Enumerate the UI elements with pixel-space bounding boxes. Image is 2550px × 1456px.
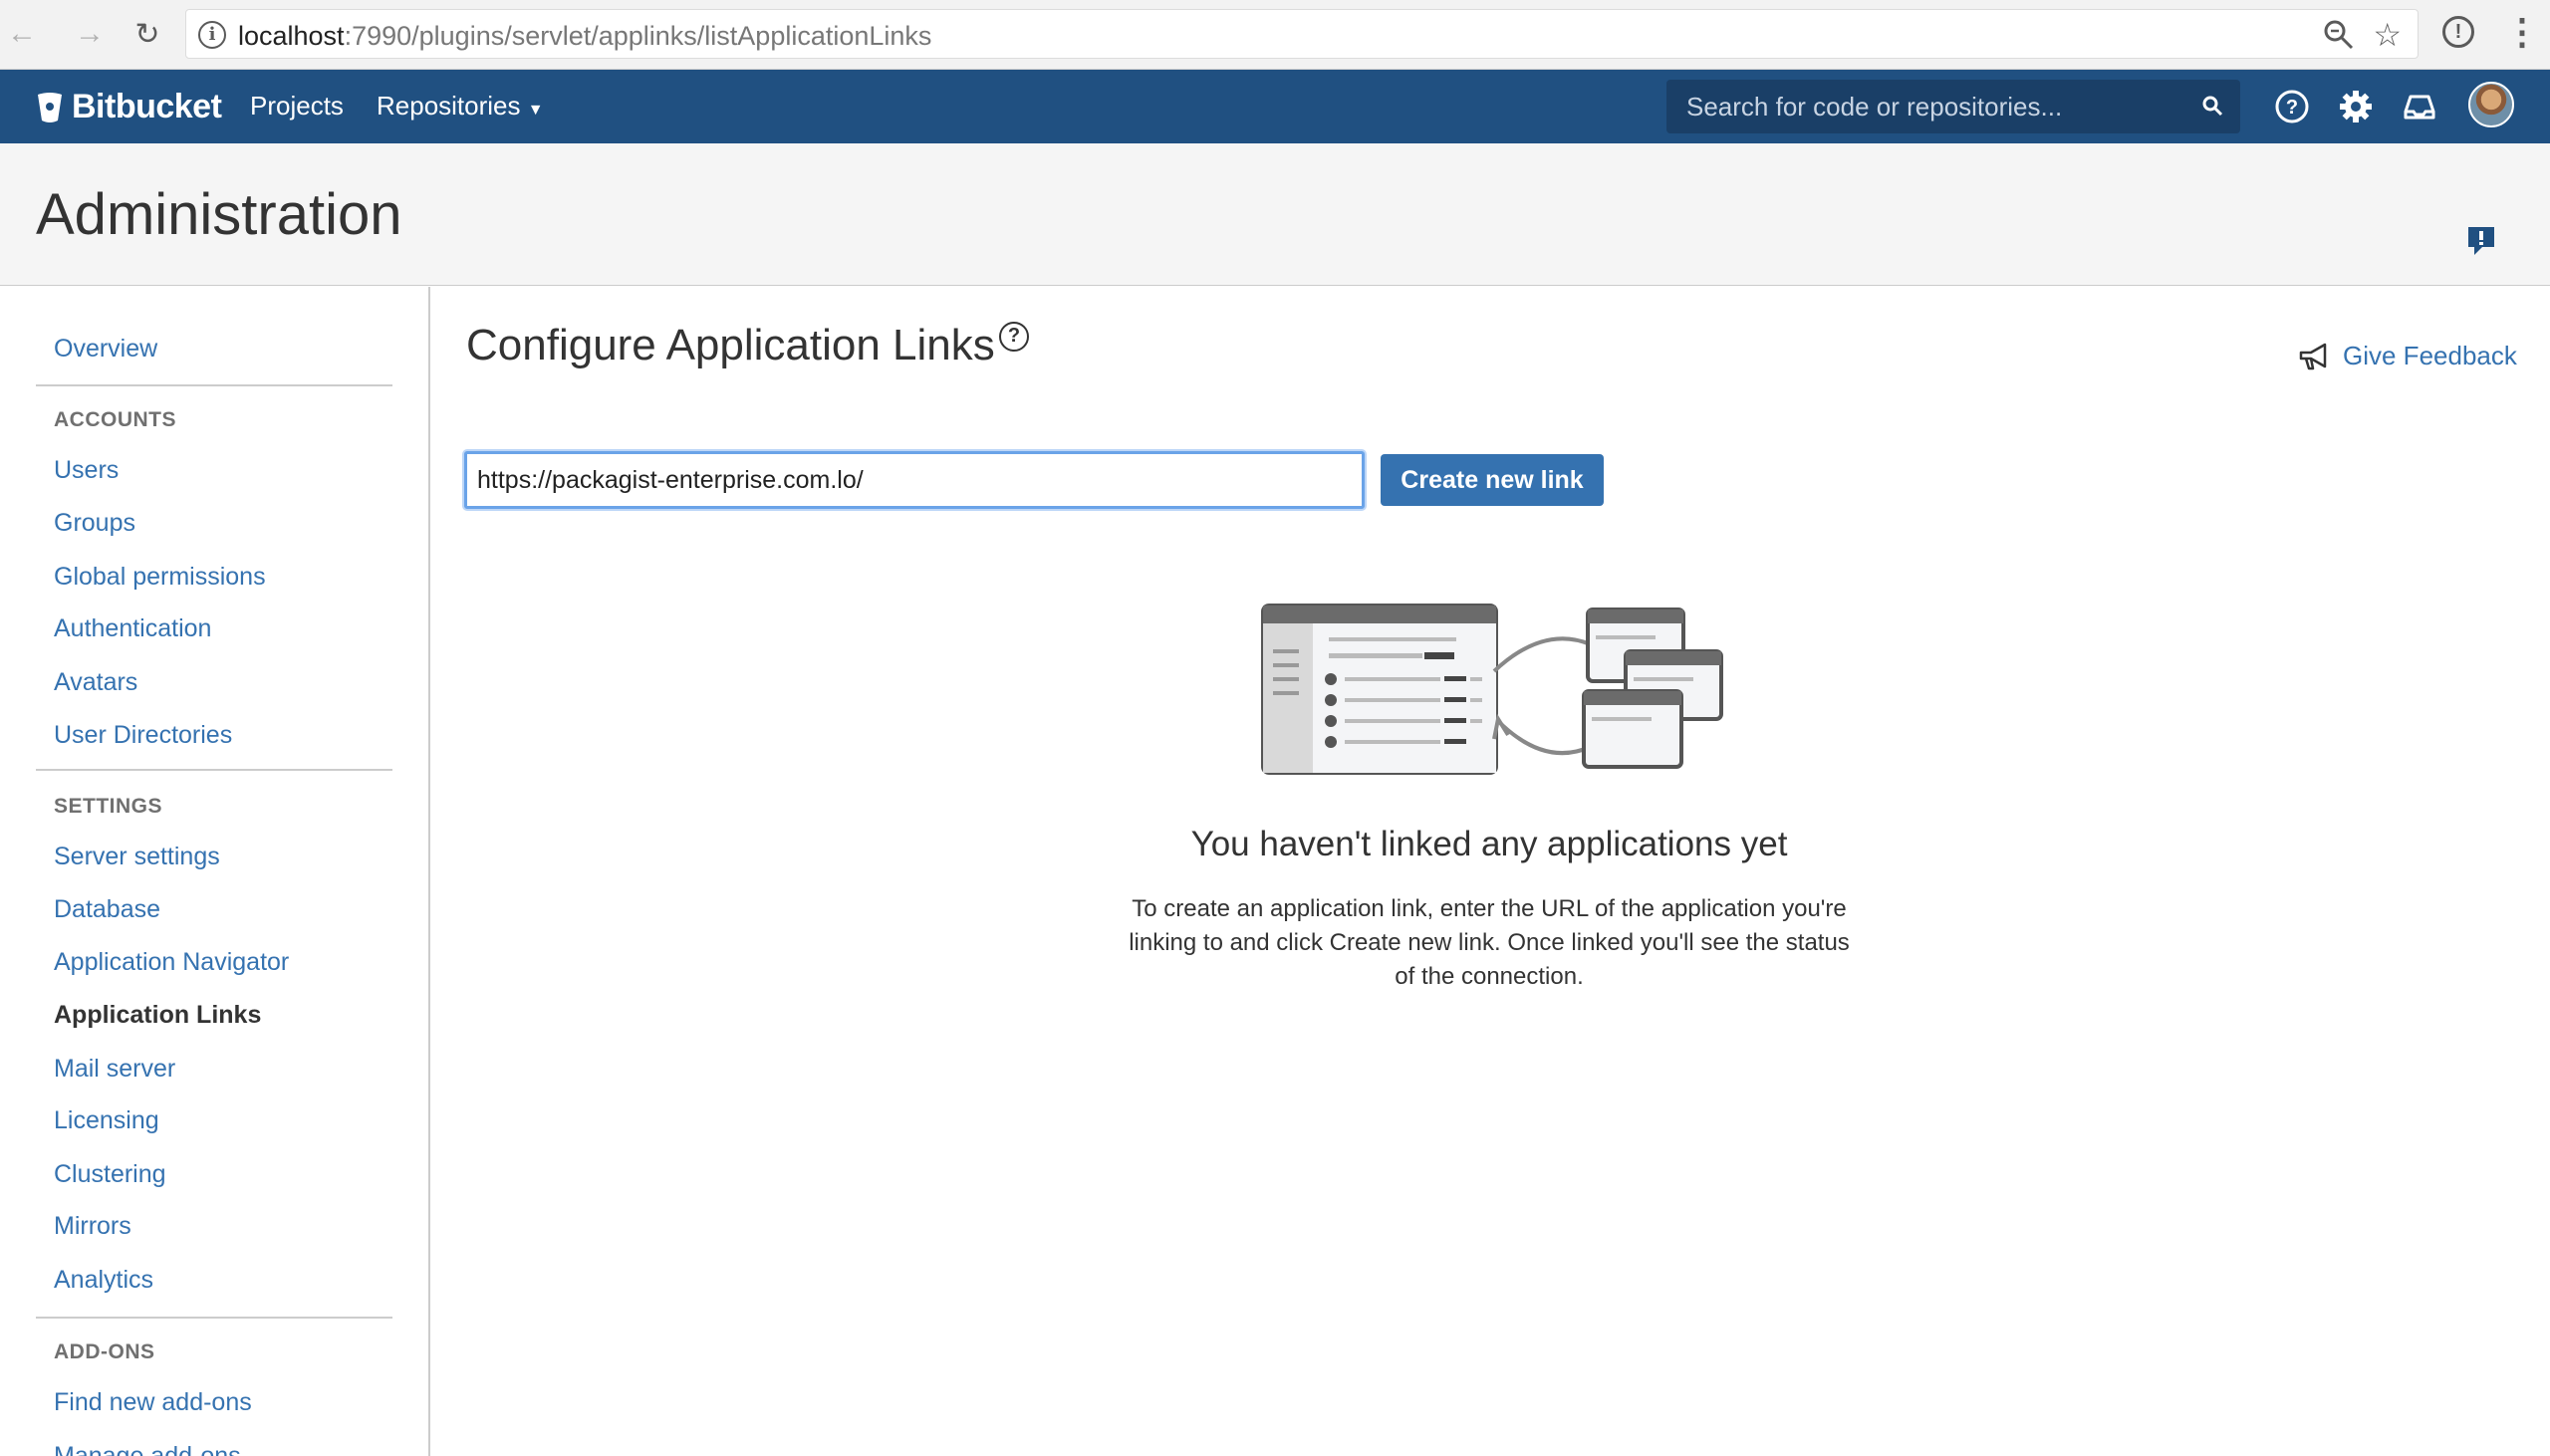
sidebar-item-find-new-addons[interactable]: Find new add-ons bbox=[54, 1388, 252, 1417]
sidebar-item-mirrors[interactable]: Mirrors bbox=[54, 1212, 131, 1241]
sidebar-item-authentication[interactable]: Authentication bbox=[54, 614, 211, 643]
feedback-flag-icon[interactable] bbox=[2466, 225, 2496, 257]
logo-text: Bitbucket bbox=[72, 88, 222, 125]
empty-state-description: To create an application link, enter the… bbox=[1129, 895, 1850, 990]
sidebar-item-groups[interactable]: Groups bbox=[54, 509, 135, 538]
gear-icon[interactable] bbox=[2337, 88, 2375, 125]
app-header: Bitbucket Projects Repositories ▼ ? bbox=[0, 70, 2550, 143]
bitbucket-logo[interactable]: Bitbucket bbox=[36, 88, 222, 126]
search-icon[interactable] bbox=[2200, 94, 2224, 118]
url-text[interactable]: localhost:7990/plugins/servlet/applinks/… bbox=[238, 21, 931, 52]
page-title: Administration bbox=[36, 182, 402, 247]
sidebar-item-global-permissions[interactable]: Global permissions bbox=[54, 563, 266, 592]
sidebar-divider bbox=[36, 769, 392, 771]
search-input[interactable] bbox=[1666, 80, 2240, 133]
sidebar-item-server-settings[interactable]: Server settings bbox=[54, 843, 220, 871]
extension-icon[interactable]: ! bbox=[2442, 16, 2474, 48]
sidebar-item-avatars[interactable]: Avatars bbox=[54, 668, 137, 697]
bitbucket-logo-icon bbox=[38, 92, 62, 122]
caret-down-icon: ▼ bbox=[527, 102, 544, 119]
zoom-icon[interactable] bbox=[2322, 18, 2356, 60]
sidebar-heading-settings: SETTINGS bbox=[54, 795, 163, 818]
sidebar-item-analytics[interactable]: Analytics bbox=[54, 1266, 153, 1295]
menu-kebab-icon[interactable]: ⋮ bbox=[2504, 10, 2540, 54]
nav-projects[interactable]: Projects bbox=[250, 91, 344, 121]
back-arrow-icon[interactable]: ← bbox=[2, 14, 42, 54]
sidebar-item-overview[interactable]: Overview bbox=[54, 335, 157, 364]
sidebar-item-mail-server[interactable]: Mail server bbox=[54, 1055, 175, 1084]
help-icon[interactable]: ? bbox=[2273, 88, 2311, 125]
help-icon[interactable]: ? bbox=[999, 322, 1029, 352]
sidebar-item-application-navigator[interactable]: Application Navigator bbox=[54, 948, 289, 977]
sidebar-item-database[interactable]: Database bbox=[54, 895, 160, 924]
reload-icon[interactable]: ↻ bbox=[128, 14, 167, 54]
browser-toolbar: ← → ↻ i localhost:7990/plugins/servlet/a… bbox=[0, 0, 2550, 70]
star-icon[interactable]: ☆ bbox=[2373, 16, 2402, 54]
application-url-input[interactable] bbox=[464, 451, 1365, 509]
address-bar[interactable]: i localhost:7990/plugins/servlet/applink… bbox=[185, 9, 2419, 59]
avatar[interactable] bbox=[2468, 82, 2514, 127]
info-icon[interactable]: i bbox=[198, 21, 226, 49]
give-feedback-link[interactable]: Give Feedback bbox=[2343, 341, 2517, 371]
create-new-link-button[interactable]: Create new link bbox=[1381, 454, 1604, 506]
sidebar-item-application-links[interactable]: Application Links bbox=[54, 1001, 261, 1030]
svg-text:?: ? bbox=[2286, 97, 2298, 119]
application-links-illustration bbox=[1261, 604, 1723, 775]
sidebar-divider bbox=[36, 1317, 392, 1319]
nav-repositories-label: Repositories bbox=[377, 91, 521, 121]
page-heading: Configure Application Links bbox=[466, 321, 995, 369]
sidebar-divider bbox=[36, 384, 392, 386]
sidebar-item-users[interactable]: Users bbox=[54, 456, 119, 485]
empty-state-title: You haven't linked any applications yet bbox=[1190, 825, 1788, 863]
search-box bbox=[1666, 80, 2240, 133]
sidebar-item-clustering[interactable]: Clustering bbox=[54, 1160, 166, 1189]
inbox-icon[interactable] bbox=[2401, 88, 2438, 125]
forward-arrow-icon[interactable]: → bbox=[70, 14, 110, 54]
sidebar-heading-accounts: ACCOUNTS bbox=[54, 408, 176, 431]
megaphone-icon[interactable] bbox=[2297, 341, 2333, 372]
sidebar-item-licensing[interactable]: Licensing bbox=[54, 1106, 159, 1135]
page-header: Administration bbox=[0, 143, 2550, 286]
sidebar-item-manage-addons[interactable]: Manage add-ons bbox=[54, 1442, 241, 1456]
sidebar-item-user-directories[interactable]: User Directories bbox=[54, 721, 232, 750]
nav-repositories[interactable]: Repositories ▼ bbox=[377, 91, 544, 121]
sidebar-heading-addons: ADD-ONS bbox=[54, 1340, 155, 1363]
admin-sidebar: Overview ACCOUNTS Users Groups Global pe… bbox=[0, 287, 430, 1456]
